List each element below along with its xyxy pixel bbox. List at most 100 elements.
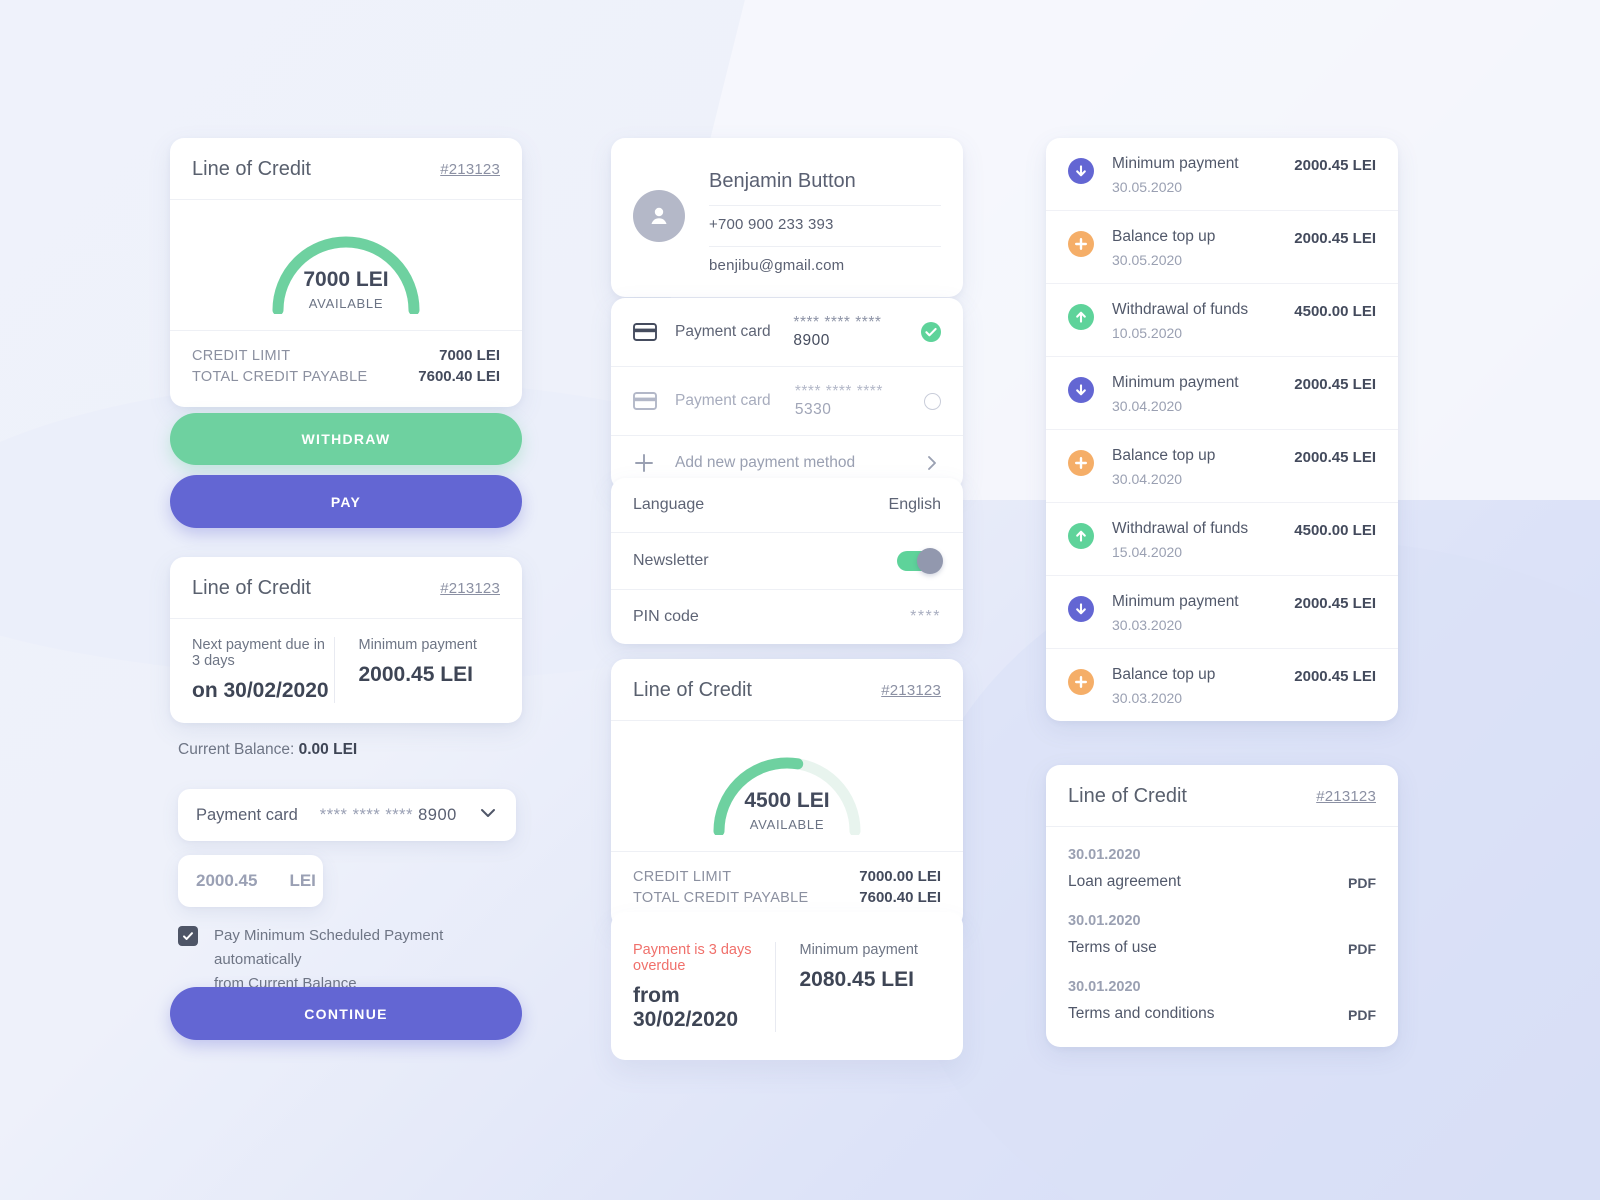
payment-card-select-label: Payment card [196, 805, 298, 824]
document-name: Terms of use [1068, 939, 1157, 956]
newsletter-toggle[interactable] [897, 548, 943, 574]
credit-reference-link[interactable]: #213123 [881, 682, 941, 699]
payment-card-select[interactable]: Payment card **** **** **** 8900 [178, 789, 516, 841]
line-of-credit-card-secondary: Line of Credit #213123 4500 LEI AVAILABL… [611, 659, 963, 928]
stat-value: 7600.40 LEI [418, 368, 500, 385]
document-row[interactable]: 30.01.2020 Terms and conditions PDF [1046, 967, 1398, 1033]
transaction-main: Minimum payment 30.05.2020 [1112, 155, 1294, 195]
setting-row-pin[interactable]: PIN code **** [611, 590, 963, 644]
transaction-amount: 4500.00 LEI [1294, 303, 1376, 320]
document-type[interactable]: PDF [1348, 941, 1376, 957]
current-balance: Current Balance: 0.00 LEI [178, 741, 357, 759]
document-date: 30.01.2020 [1068, 847, 1141, 863]
language-value: English [888, 496, 941, 513]
transaction-row[interactable]: Balance top up 30.03.2020 2000.45 LEI [1046, 649, 1398, 721]
transaction-date: 30.04.2020 [1112, 398, 1183, 414]
payment-method-row-2[interactable]: Payment card **** **** **** 5330 [611, 367, 963, 436]
stat-key: CREDIT LIMIT [192, 348, 291, 364]
available-credit-gauge: 7000 LEI AVAILABLE [170, 200, 522, 330]
transaction-date: 30.05.2020 [1112, 179, 1183, 195]
document-row[interactable]: 30.01.2020 Terms of use PDF [1046, 901, 1398, 967]
minimum-payment-label: Minimum payment [799, 942, 918, 958]
payment-method-radio[interactable] [924, 392, 941, 410]
transaction-date: 30.04.2020 [1112, 471, 1183, 487]
transaction-amount: 2000.45 LEI [1294, 230, 1376, 247]
settings-card: Language English Newsletter PIN code ***… [611, 478, 963, 644]
transaction-row[interactable]: Minimum payment 30.03.2020 2000.45 LEI [1046, 576, 1398, 649]
transaction-main: Balance top up 30.04.2020 [1112, 447, 1294, 487]
stat-value: 7600.40 LEI [859, 889, 941, 906]
setting-row-newsletter[interactable]: Newsletter [611, 533, 963, 590]
due-left: Next payment due in 3 days on 30/02/2020 [192, 637, 334, 703]
transaction-amount: 2000.45 LEI [1294, 157, 1376, 174]
amount-currency: LEI [289, 871, 316, 890]
arrow-down-icon [1068, 596, 1094, 622]
arrow-down-icon [1068, 377, 1094, 403]
credit-reference-link[interactable]: #213123 [440, 161, 500, 178]
continue-button[interactable]: CONTINUE [170, 987, 522, 1040]
document-type[interactable]: PDF [1348, 1007, 1376, 1023]
line-of-credit-card-primary: Line of Credit #213123 7000 LEI AVAILABL… [170, 138, 522, 407]
user-icon [651, 207, 667, 224]
available-credit-gauge: 4500 LEI AVAILABLE [611, 721, 963, 851]
pay-button[interactable]: PAY [170, 475, 522, 528]
payment-method-selected-icon[interactable] [921, 322, 941, 342]
document-main: 30.01.2020 Loan agreement [1068, 847, 1348, 891]
payment-method-number: **** **** **** 5330 [794, 383, 883, 418]
payment-method-row-1[interactable]: Payment card **** **** **** 8900 [611, 298, 963, 367]
chevron-down-icon [478, 803, 498, 828]
setting-row-language[interactable]: Language English [611, 478, 963, 533]
credit-reference-link[interactable]: #213123 [1316, 788, 1376, 805]
auto-pay-checkbox[interactable] [178, 926, 198, 946]
amount-input[interactable]: 2000.45 LEI [178, 855, 323, 907]
plus-icon [633, 452, 659, 474]
page-title: Line of Credit [192, 158, 311, 180]
transaction-row[interactable]: Withdrawal of funds 15.04.2020 4500.00 LEI [1046, 503, 1398, 576]
transaction-amount: 2000.45 LEI [1294, 668, 1376, 685]
profile-phone: +700 900 233 393 [709, 216, 834, 233]
profile-card: Benjamin Button +700 900 233 393 benjibu… [611, 138, 963, 297]
card-header: Line of Credit #213123 [170, 557, 522, 619]
stat-value: 7000 LEI [439, 347, 500, 364]
arrow-down-icon [1068, 158, 1094, 184]
overdue-body: Payment is 3 days overdue from 30/02/202… [611, 912, 963, 1060]
stat-key: CREDIT LIMIT [633, 869, 732, 885]
document-date: 30.01.2020 [1068, 913, 1141, 929]
transaction-row[interactable]: Minimum payment 30.04.2020 2000.45 LEI [1046, 357, 1398, 430]
transaction-amount: 4500.00 LEI [1294, 522, 1376, 539]
plus-icon [1068, 231, 1094, 257]
card-header: Line of Credit #213123 [611, 659, 963, 721]
profile-name-row[interactable]: Benjamin Button [709, 160, 941, 206]
minimum-payment-amount: 2080.45 LEI [799, 968, 914, 991]
credit-card-icon [633, 323, 659, 341]
document-row[interactable]: 30.01.2020 Loan agreement PDF [1046, 835, 1398, 901]
overdue-right: Minimum payment 2080.45 LEI [774, 942, 942, 1032]
auto-pay-checkbox-row[interactable]: Pay Minimum Scheduled Payment automatica… [178, 924, 518, 996]
profile-email-row[interactable]: benjibu@gmail.com [709, 247, 941, 279]
due-right: Minimum payment 2000.45 LEI [333, 637, 501, 703]
next-payment-date: on 30/02/2020 [192, 679, 329, 702]
payment-method-label: Payment card [675, 392, 771, 409]
avatar [633, 190, 685, 242]
card-title: Line of Credit [1068, 785, 1187, 807]
card-title: Line of Credit [192, 577, 311, 599]
credit-reference-link[interactable]: #213123 [440, 580, 500, 597]
document-name: Loan agreement [1068, 873, 1181, 890]
transaction-main: Balance top up 30.03.2020 [1112, 666, 1294, 706]
document-type[interactable]: PDF [1348, 875, 1376, 891]
transaction-row[interactable]: Minimum payment 30.05.2020 2000.45 LEI [1046, 138, 1398, 211]
transaction-row[interactable]: Balance top up 30.05.2020 2000.45 LEI [1046, 211, 1398, 284]
withdraw-button[interactable]: WITHDRAW [170, 413, 522, 465]
check-icon [183, 932, 193, 940]
arrow-up-icon [1068, 304, 1094, 330]
transaction-row[interactable]: Withdrawal of funds 10.05.2020 4500.00 LEI [1046, 284, 1398, 357]
transaction-row[interactable]: Balance top up 30.04.2020 2000.45 LEI [1046, 430, 1398, 503]
stat-row: TOTAL CREDIT PAYABLE 7600.40 LEI [192, 366, 500, 387]
current-balance-value: 0.00 LEI [298, 741, 358, 758]
gauge-caption: AVAILABLE [308, 296, 384, 311]
transaction-date: 30.03.2020 [1112, 617, 1183, 633]
transaction-date: 15.04.2020 [1112, 544, 1183, 560]
transaction-main: Withdrawal of funds 15.04.2020 [1112, 520, 1294, 560]
chevron-right-icon [923, 454, 941, 472]
profile-phone-row[interactable]: +700 900 233 393 [709, 206, 941, 247]
